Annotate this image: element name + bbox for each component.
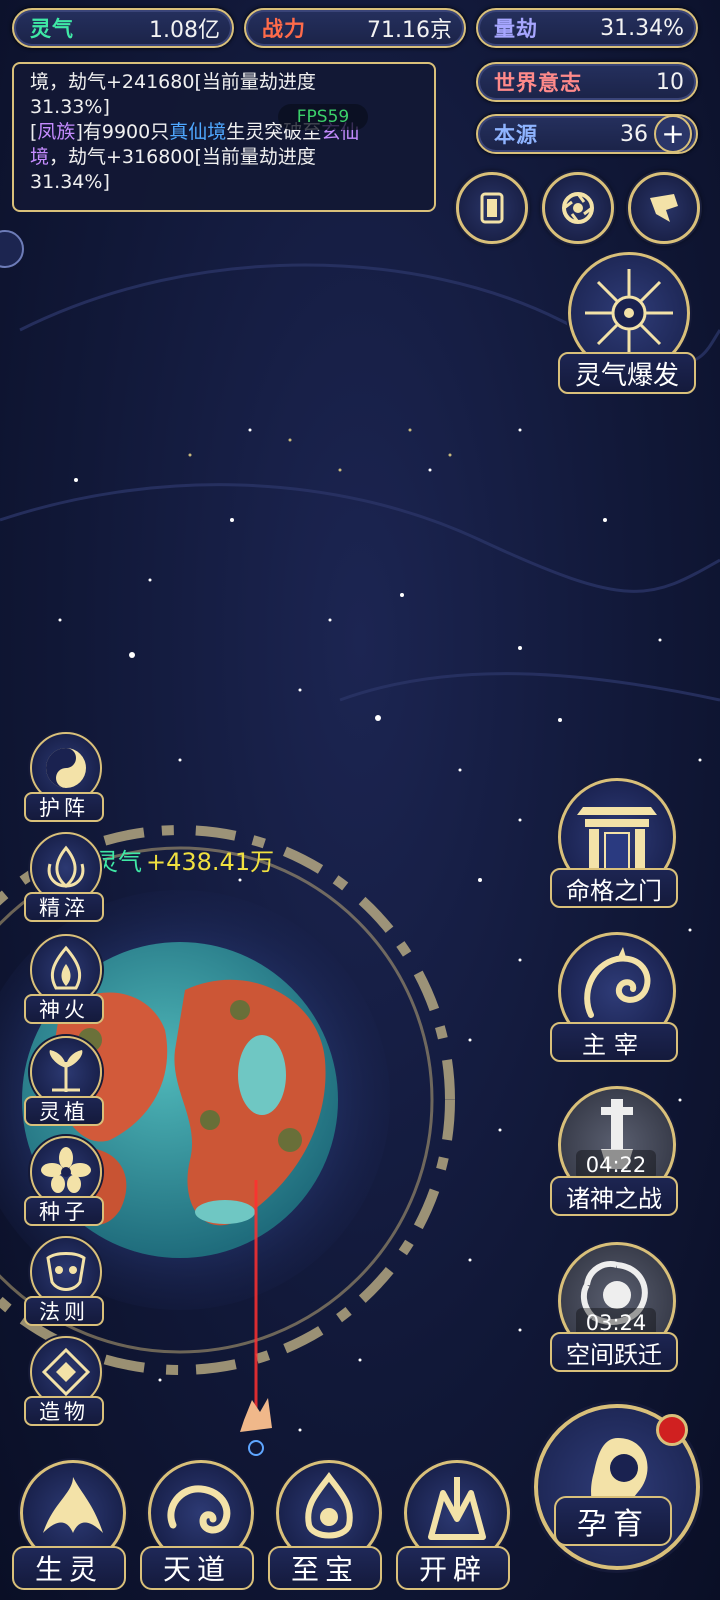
lingqi-burst-button[interactable]: 灵气爆发	[558, 252, 698, 394]
burst-label: 灵气爆发	[558, 352, 696, 394]
log-text: 31.34%]	[30, 171, 110, 193]
side-btn-zaowu[interactable]: 造物	[24, 1336, 106, 1426]
log-line: 31.34%]	[30, 170, 424, 195]
benyuan-stat[interactable]: 本源 36 +	[476, 114, 698, 154]
side-btn-huzhen[interactable]: 护阵	[24, 732, 106, 822]
notification-dot	[656, 1414, 688, 1446]
mingge-label: 命格之门	[550, 868, 678, 908]
lingqi-gain-popup: 灵气 +438.41万	[94, 842, 274, 877]
log-text: 境，劫气+241680[当前量劫进度	[30, 71, 316, 93]
benyuan-value: 36	[620, 121, 648, 147]
bottom-btn-shengling[interactable]: 生灵	[12, 1460, 126, 1590]
zhanli-stat[interactable]: 战力 71.16京	[244, 8, 466, 48]
yunyu-button[interactable]: 孕育	[534, 1404, 700, 1570]
card-icon	[480, 192, 504, 224]
side-btn-zhongzi[interactable]: 种子	[24, 1136, 106, 1226]
bottom-btn-kaipi[interactable]: 开辟	[396, 1460, 510, 1590]
mingge-door-button[interactable]: 命格之门	[550, 778, 680, 908]
kongjian-label: 空间跃迁	[550, 1332, 678, 1372]
shijie-value: 10	[656, 69, 684, 95]
bottom-btn-tiandao[interactable]: 天道	[140, 1460, 254, 1590]
plus-icon[interactable]: +	[654, 115, 692, 153]
gain-value: +438.41万	[146, 848, 275, 876]
kongjian-jump-button[interactable]: 03:24 空间跃迁	[550, 1242, 680, 1372]
bottom-label: 天道	[140, 1546, 254, 1590]
shijie-stat[interactable]: 世界意志 10	[476, 62, 698, 102]
left-edge-tab[interactable]	[0, 230, 24, 268]
side-label: 护阵	[24, 792, 104, 822]
log-text: ]有9900只	[75, 121, 170, 143]
yunyu-label: 孕育	[554, 1496, 672, 1546]
bottom-btn-zhibao[interactable]: 至宝	[268, 1460, 382, 1590]
zhanli-label: 战力	[262, 16, 306, 41]
vortex-button[interactable]	[542, 172, 614, 244]
side-label: 造物	[24, 1396, 104, 1426]
side-label: 灵植	[24, 1096, 104, 1126]
fps-counter: FPS59	[278, 104, 368, 130]
side-label: 精淬	[24, 892, 104, 922]
shijie-label: 世界意志	[494, 70, 582, 95]
log-text: ，劫气+316800[当前量劫进度	[49, 146, 316, 168]
card-button[interactable]	[456, 172, 528, 244]
side-label: 种子	[24, 1196, 104, 1226]
bottom-label: 开辟	[396, 1546, 510, 1590]
liangjie-label: 量劫	[494, 16, 538, 41]
zhushen-label: 诸神之战	[550, 1176, 678, 1216]
side-btn-faze[interactable]: 法则	[24, 1236, 106, 1326]
lingqi-stat[interactable]: 灵气 1.08亿	[12, 8, 234, 48]
side-btn-jingcui[interactable]: 精淬	[24, 832, 106, 922]
side-label: 神火	[24, 994, 104, 1024]
side-btn-shenhuo[interactable]: 神火	[24, 934, 106, 1024]
vortex-icon	[562, 192, 594, 224]
lingqi-label: 灵气	[30, 16, 74, 41]
bottom-label: 至宝	[268, 1546, 382, 1590]
bottom-label: 生灵	[12, 1546, 126, 1590]
realm-name: 真仙境	[169, 121, 227, 143]
benyuan-label: 本源	[494, 122, 538, 147]
lingqi-value: 1.08亿	[149, 18, 220, 43]
zhanli-value: 71.16京	[367, 18, 452, 43]
event-log: 境，劫气+241680[当前量劫进度 31.33%] [凤族]有9900只真仙境…	[12, 62, 436, 212]
zhuzai-button[interactable]: 主宰	[550, 932, 680, 1062]
zhuzai-label: 主宰	[550, 1022, 678, 1062]
side-label: 法则	[24, 1296, 104, 1326]
log-line: 境，劫气+316800[当前量劫进度	[30, 145, 424, 170]
liangjie-value: 31.34%	[600, 15, 684, 41]
log-line: 境，劫气+241680[当前量劫进度	[30, 70, 424, 95]
scroll-button[interactable]	[628, 172, 700, 244]
zhushen-battle-button[interactable]: 04:22 诸神之战	[550, 1086, 680, 1216]
realm-name: 境	[30, 146, 50, 168]
log-text: 31.33%]	[30, 96, 110, 118]
scroll-icon	[650, 194, 678, 222]
liangjie-stat[interactable]: 量劫 31.34%	[476, 8, 698, 48]
clan-name: 凤族	[37, 121, 76, 143]
side-btn-lingzhi[interactable]: 灵植	[24, 1036, 106, 1126]
